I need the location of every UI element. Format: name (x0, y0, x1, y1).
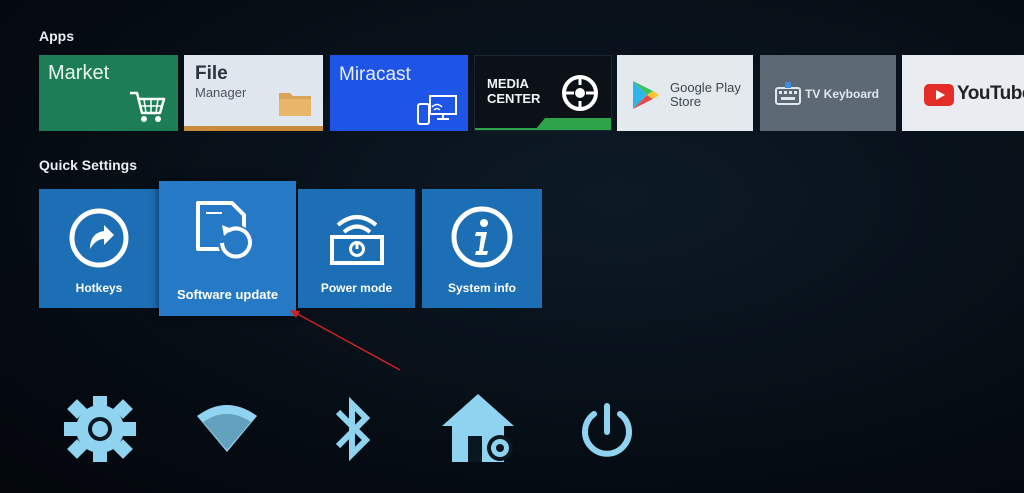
app-label-miracast: Miracast (339, 64, 411, 85)
folder-icon (279, 93, 311, 116)
app-tile-google-play[interactable]: Google Play Store (617, 55, 753, 131)
shortcut-arrow-icon (69, 208, 129, 268)
software-update-icon (195, 201, 254, 261)
media-center-stripe (475, 118, 611, 130)
quick-setting-software-update[interactable]: Software update (159, 181, 296, 316)
info-icon (451, 206, 513, 268)
gplay-label-line1: Google Play (670, 80, 741, 95)
apps-section-title: Apps (39, 28, 74, 44)
quick-setting-label-system-info: System info (447, 281, 516, 295)
bluetooth-icon[interactable] (328, 392, 378, 466)
app-label-market: Market (48, 62, 110, 84)
quick-setting-label-hotkeys: Hotkeys (75, 281, 123, 295)
app-tile-file-manager[interactable]: File Manager (184, 55, 323, 131)
film-reel-icon (562, 75, 598, 111)
app-label-youtube: YouTube (957, 83, 1024, 104)
cast-icon (417, 95, 457, 125)
app-label-media-center: MEDIA CENTER (487, 76, 557, 106)
wifi-icon[interactable] (195, 402, 259, 454)
play-store-icon (633, 81, 659, 109)
app-tile-media-center[interactable]: MEDIA CENTER (474, 55, 612, 131)
quick-setting-hotkeys[interactable]: Hotkeys (39, 189, 159, 308)
app-tile-youtube[interactable]: YouTube (902, 55, 1024, 131)
settings-icon[interactable] (60, 392, 140, 466)
cart-icon (130, 91, 166, 122)
app-tile-market[interactable]: Market (39, 55, 178, 131)
youtube-icon (924, 84, 954, 106)
app-label-file: File (195, 63, 228, 84)
app-tile-tv-keyboard[interactable]: TV Keyboard (760, 55, 896, 131)
media-label-line1: MEDIA (487, 76, 529, 91)
quick-setting-label-software-update: Software update (176, 287, 279, 302)
power-mode-icon (329, 215, 384, 265)
media-label-line2: CENTER (487, 91, 541, 106)
quick-setting-label-power-mode: Power mode (320, 281, 393, 295)
app-label-google-play: Google Play Store (670, 81, 741, 109)
app-label-tv-keyboard: TV Keyboard (805, 87, 880, 101)
home-settings-icon[interactable] (440, 392, 520, 466)
app-tile-miracast[interactable]: Miracast (330, 55, 468, 131)
quick-setting-system-info[interactable]: System info (422, 189, 542, 308)
quick-setting-power-mode[interactable]: Power mode (298, 189, 415, 308)
power-icon[interactable] (578, 402, 636, 460)
gplay-label-line2: Store (670, 94, 702, 109)
keyboard-icon (775, 82, 801, 105)
annotation-arrow-icon (290, 310, 401, 371)
quick-settings-section-title: Quick Settings (39, 157, 138, 173)
app-sublabel-manager: Manager (195, 85, 247, 100)
